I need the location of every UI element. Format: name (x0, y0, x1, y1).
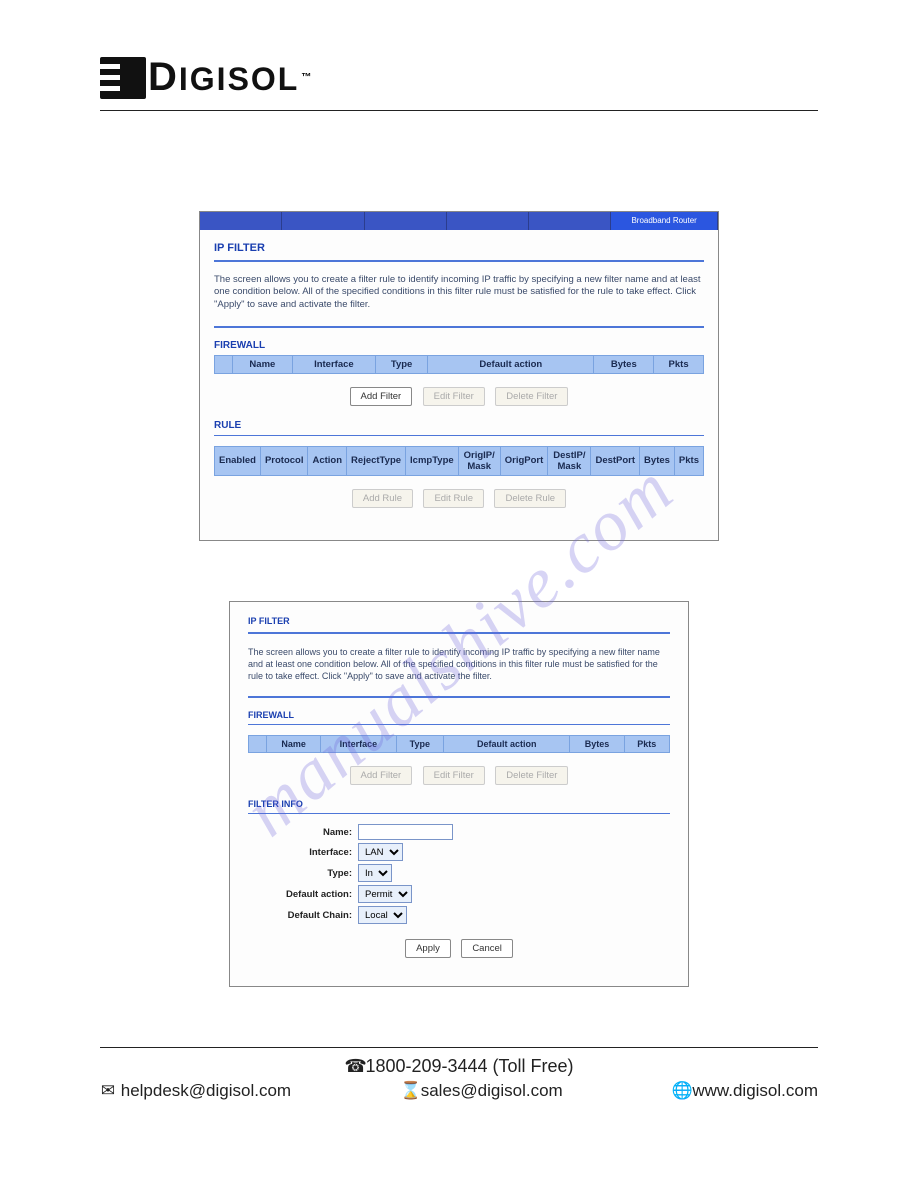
rule-table: Enabled Protocol Action RejectType IcmpT… (214, 446, 704, 476)
col-interface: Interface (292, 355, 375, 373)
col-type: Type (396, 736, 444, 753)
brand-logo: DIGISOL ™ (100, 55, 313, 100)
nav-tab[interactable] (529, 212, 611, 230)
default-action-select[interactable]: Permit (358, 885, 412, 903)
hourglass-icon: ⌛ (400, 1081, 416, 1101)
nav-tab[interactable] (200, 212, 282, 230)
name-input[interactable] (358, 824, 453, 840)
nav-tab[interactable] (365, 212, 447, 230)
col-action: Action (308, 446, 347, 475)
screenshot-panel-2: IP FILTER The screen allows you to creat… (229, 601, 689, 987)
divider (248, 632, 670, 634)
firewall-table: Name Interface Type Default action Bytes… (214, 355, 704, 374)
divider (248, 696, 670, 698)
divider (248, 813, 670, 814)
default-chain-select[interactable]: Local (358, 906, 407, 924)
page-footer: ☎ 1800-209-3444 (Toll Free) ✉ helpdesk@d… (100, 1047, 818, 1101)
logo-mark-icon (100, 57, 146, 99)
section-filter-info-label: FILTER INFO (248, 799, 670, 809)
divider (214, 326, 704, 328)
col-enabled: Enabled (215, 446, 261, 475)
section-firewall-label: FIREWALL (248, 710, 670, 720)
edit-filter-button[interactable]: Edit Filter (423, 766, 485, 785)
footer-sales: sales@digisol.com (421, 1081, 563, 1100)
nav-brand-label: Broadband Router (611, 212, 718, 230)
col-origport: OrigPort (500, 446, 548, 475)
mail-icon: ✉ (100, 1081, 116, 1101)
add-filter-button[interactable]: Add Filter (350, 387, 413, 406)
screenshot-panel-1: Broadband Router IP FILTER The screen al… (199, 211, 719, 541)
table-header-lead (249, 736, 267, 753)
col-name: Name (267, 736, 321, 753)
header-logo-row: DIGISOL ™ (100, 55, 818, 111)
nav-tab[interactable] (447, 212, 529, 230)
default-action-label: Default action: (248, 889, 358, 900)
delete-filter-button[interactable]: Delete Filter (495, 766, 568, 785)
section-rule-label: RULE (214, 420, 704, 431)
divider (248, 724, 670, 725)
col-destport: DestPort (591, 446, 640, 475)
globe-icon: 🌐 (672, 1081, 688, 1101)
interface-select[interactable]: LAN (358, 843, 403, 861)
col-default-action: Default action (444, 736, 570, 753)
firewall-table: Name Interface Type Default action Bytes… (248, 735, 670, 753)
phone-icon: ☎ (344, 1056, 360, 1077)
logo-text: DIGISOL (148, 55, 299, 100)
page-title: IP FILTER (248, 616, 670, 626)
top-nav-bar: Broadband Router (200, 212, 718, 230)
col-icmptype: IcmpType (406, 446, 459, 475)
delete-rule-button[interactable]: Delete Rule (494, 489, 566, 508)
col-rejecttype: RejectType (347, 446, 406, 475)
edit-filter-button[interactable]: Edit Filter (423, 387, 485, 406)
col-pkts: Pkts (624, 736, 669, 753)
col-protocol: Protocol (260, 446, 308, 475)
col-destip: DestIP/ Mask (548, 446, 591, 475)
apply-button[interactable]: Apply (405, 939, 451, 958)
cancel-button[interactable]: Cancel (461, 939, 513, 958)
table-header-lead (215, 355, 233, 373)
footer-helpdesk: helpdesk@digisol.com (121, 1081, 291, 1100)
trademark-icon: ™ (301, 72, 313, 83)
type-label: Type: (248, 868, 358, 879)
col-bytes: Bytes (640, 446, 675, 475)
add-rule-button[interactable]: Add Rule (352, 489, 413, 508)
page-title: IP FILTER (214, 242, 704, 254)
col-pkts: Pkts (654, 355, 704, 373)
footer-web: www.digisol.com (692, 1081, 818, 1100)
add-filter-button[interactable]: Add Filter (350, 766, 413, 785)
interface-label: Interface: (248, 847, 358, 858)
delete-filter-button[interactable]: Delete Filter (495, 387, 568, 406)
divider (214, 435, 704, 436)
edit-rule-button[interactable]: Edit Rule (423, 489, 484, 508)
type-select[interactable]: In (358, 864, 392, 882)
default-chain-label: Default Chain: (248, 910, 358, 921)
col-default-action: Default action (428, 355, 594, 373)
description-text: The screen allows you to create a filter… (248, 646, 670, 682)
col-origip: OrigIP/ Mask (458, 446, 500, 475)
col-type: Type (376, 355, 428, 373)
col-interface: Interface (321, 736, 396, 753)
section-firewall-label: FIREWALL (214, 340, 704, 351)
nav-tab[interactable] (282, 212, 364, 230)
footer-phone: 1800-209-3444 (Toll Free) (365, 1056, 573, 1076)
name-label: Name: (248, 827, 358, 838)
col-name: Name (233, 355, 293, 373)
divider (214, 260, 704, 262)
col-bytes: Bytes (594, 355, 654, 373)
col-bytes: Bytes (570, 736, 624, 753)
col-pkts: Pkts (674, 446, 703, 475)
description-text: The screen allows you to create a filter… (214, 274, 704, 312)
